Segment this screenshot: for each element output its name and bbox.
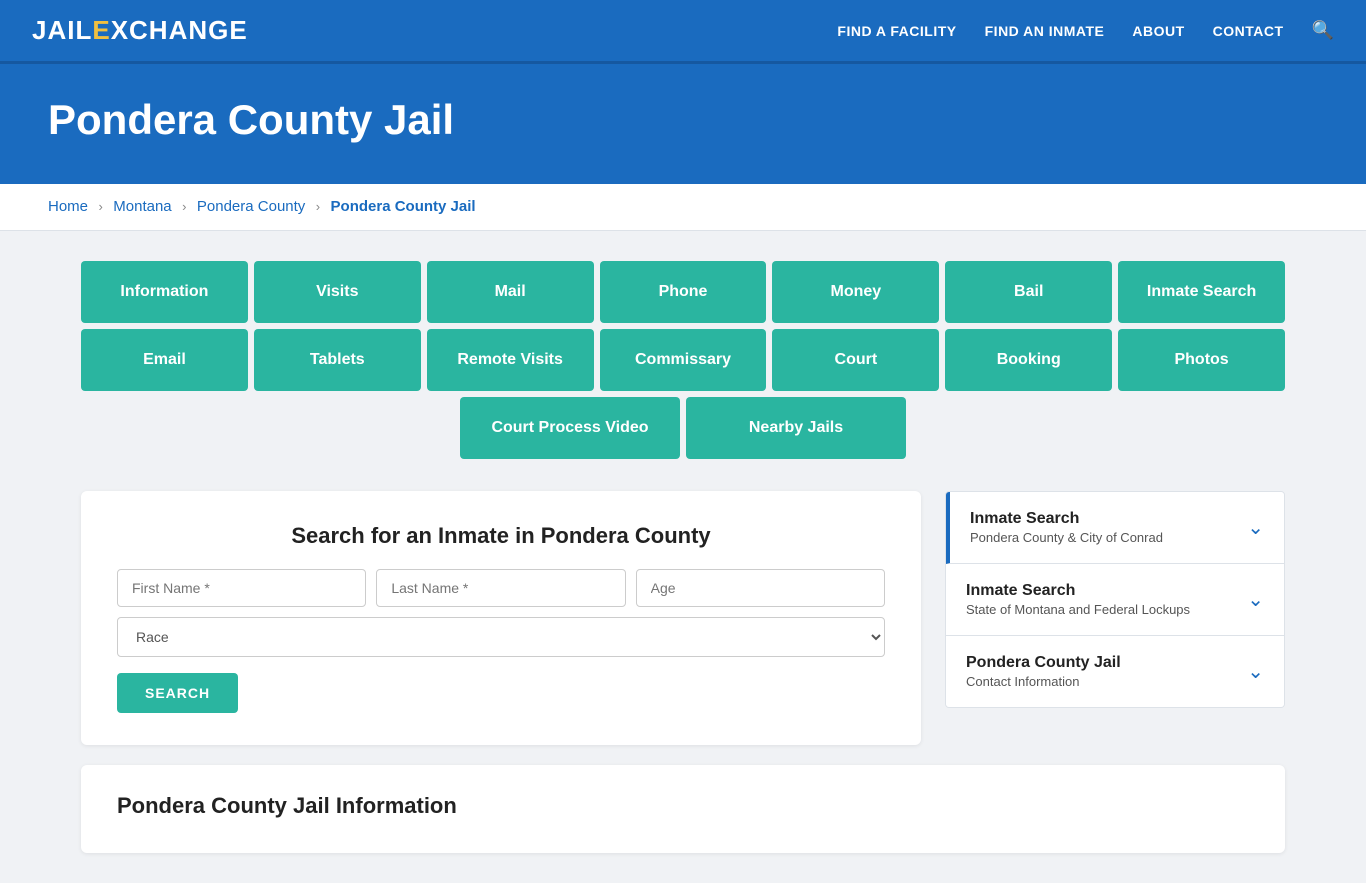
btn-court-process-video[interactable]: Court Process Video [460,397,680,459]
breadcrumb-home[interactable]: Home [48,198,88,215]
btn-court[interactable]: Court [772,329,939,391]
nav-about[interactable]: ABOUT [1132,23,1184,39]
logo-exchange: E [92,15,110,45]
sidebar-card-local-text: Inmate Search Pondera County & City of C… [970,510,1163,545]
sidebar-card-contact-title: Pondera County Jail [966,654,1121,672]
sidebar-card-contact[interactable]: Pondera County Jail Contact Information … [946,636,1284,707]
breadcrumb-sep-1: › [98,199,102,214]
btn-visits[interactable]: Visits [254,261,421,323]
btn-nearby-jails[interactable]: Nearby Jails [686,397,906,459]
nav-contact[interactable]: CONTACT [1213,23,1284,39]
chevron-down-icon: ⌄ [1247,515,1264,540]
navigation-grid-row3: Court Process Video Nearby Jails [81,397,1285,459]
btn-tablets[interactable]: Tablets [254,329,421,391]
search-button[interactable]: SEARCH [117,673,238,713]
page-title: Pondera County Jail [48,96,1318,144]
nav-find-inmate[interactable]: FIND AN INMATE [985,23,1105,39]
breadcrumb: Home › Montana › Pondera County › Ponder… [0,184,1366,231]
main-content: Information Visits Mail Phone Money Bail… [33,231,1333,883]
search-title: Search for an Inmate in Pondera County [117,523,885,549]
breadcrumb-current: Pondera County Jail [331,198,476,215]
sidebar-card-state-title: Inmate Search [966,582,1190,600]
search-icon[interactable]: 🔍 [1312,20,1334,41]
navigation-grid: Information Visits Mail Phone Money Bail… [81,261,1285,391]
sidebar-card-contact-subtitle: Contact Information [966,674,1121,689]
breadcrumb-sep-2: › [182,199,186,214]
hero-section: Pondera County Jail [0,64,1366,184]
btn-booking[interactable]: Booking [945,329,1112,391]
btn-mail[interactable]: Mail [427,261,594,323]
inmate-search-card: Search for an Inmate in Pondera County R… [81,491,921,745]
sidebar-card-local-title: Inmate Search [970,510,1163,528]
jail-info-section: Pondera County Jail Information [81,765,1285,853]
age-input[interactable] [636,569,885,607]
btn-remote-visits[interactable]: Remote Visits [427,329,594,391]
sidebar-card-local-subtitle: Pondera County & City of Conrad [970,530,1163,545]
sidebar-card-local-search[interactable]: Inmate Search Pondera County & City of C… [946,492,1284,564]
nav-find-facility[interactable]: FIND A FACILITY [837,23,956,39]
sidebar-card-state-subtitle: State of Montana and Federal Lockups [966,602,1190,617]
btn-commissary[interactable]: Commissary [600,329,767,391]
chevron-down-icon-2: ⌄ [1247,587,1264,612]
logo-jail: JAIL [32,15,92,45]
btn-inmate-search[interactable]: Inmate Search [1118,261,1285,323]
btn-information[interactable]: Information [81,261,248,323]
breadcrumb-montana[interactable]: Montana [113,198,171,215]
search-fields: Race White Black Hispanic Asian Other [117,569,885,657]
btn-email[interactable]: Email [81,329,248,391]
nav-links: FIND A FACILITY FIND AN INMATE ABOUT CON… [837,20,1334,41]
sidebar-card-state-search[interactable]: Inmate Search State of Montana and Feder… [946,564,1284,636]
breadcrumb-pondera-county[interactable]: Pondera County [197,198,305,215]
chevron-down-icon-3: ⌄ [1247,659,1264,684]
navbar: JAILEXCHANGE FIND A FACILITY FIND AN INM… [0,0,1366,64]
sidebar-cards: Inmate Search Pondera County & City of C… [945,491,1285,708]
jail-info-title: Pondera County Jail Information [117,793,1249,819]
first-name-input[interactable] [117,569,366,607]
last-name-input[interactable] [376,569,625,607]
race-select[interactable]: Race White Black Hispanic Asian Other [117,617,885,657]
btn-money[interactable]: Money [772,261,939,323]
bottom-section: Search for an Inmate in Pondera County R… [81,491,1285,745]
sidebar-card-state-text: Inmate Search State of Montana and Feder… [966,582,1190,617]
btn-photos[interactable]: Photos [1118,329,1285,391]
btn-bail[interactable]: Bail [945,261,1112,323]
btn-phone[interactable]: Phone [600,261,767,323]
sidebar-card-contact-text: Pondera County Jail Contact Information [966,654,1121,689]
breadcrumb-sep-3: › [316,199,320,214]
site-logo[interactable]: JAILEXCHANGE [32,15,248,46]
logo-exchange-rest: XCHANGE [111,15,248,45]
